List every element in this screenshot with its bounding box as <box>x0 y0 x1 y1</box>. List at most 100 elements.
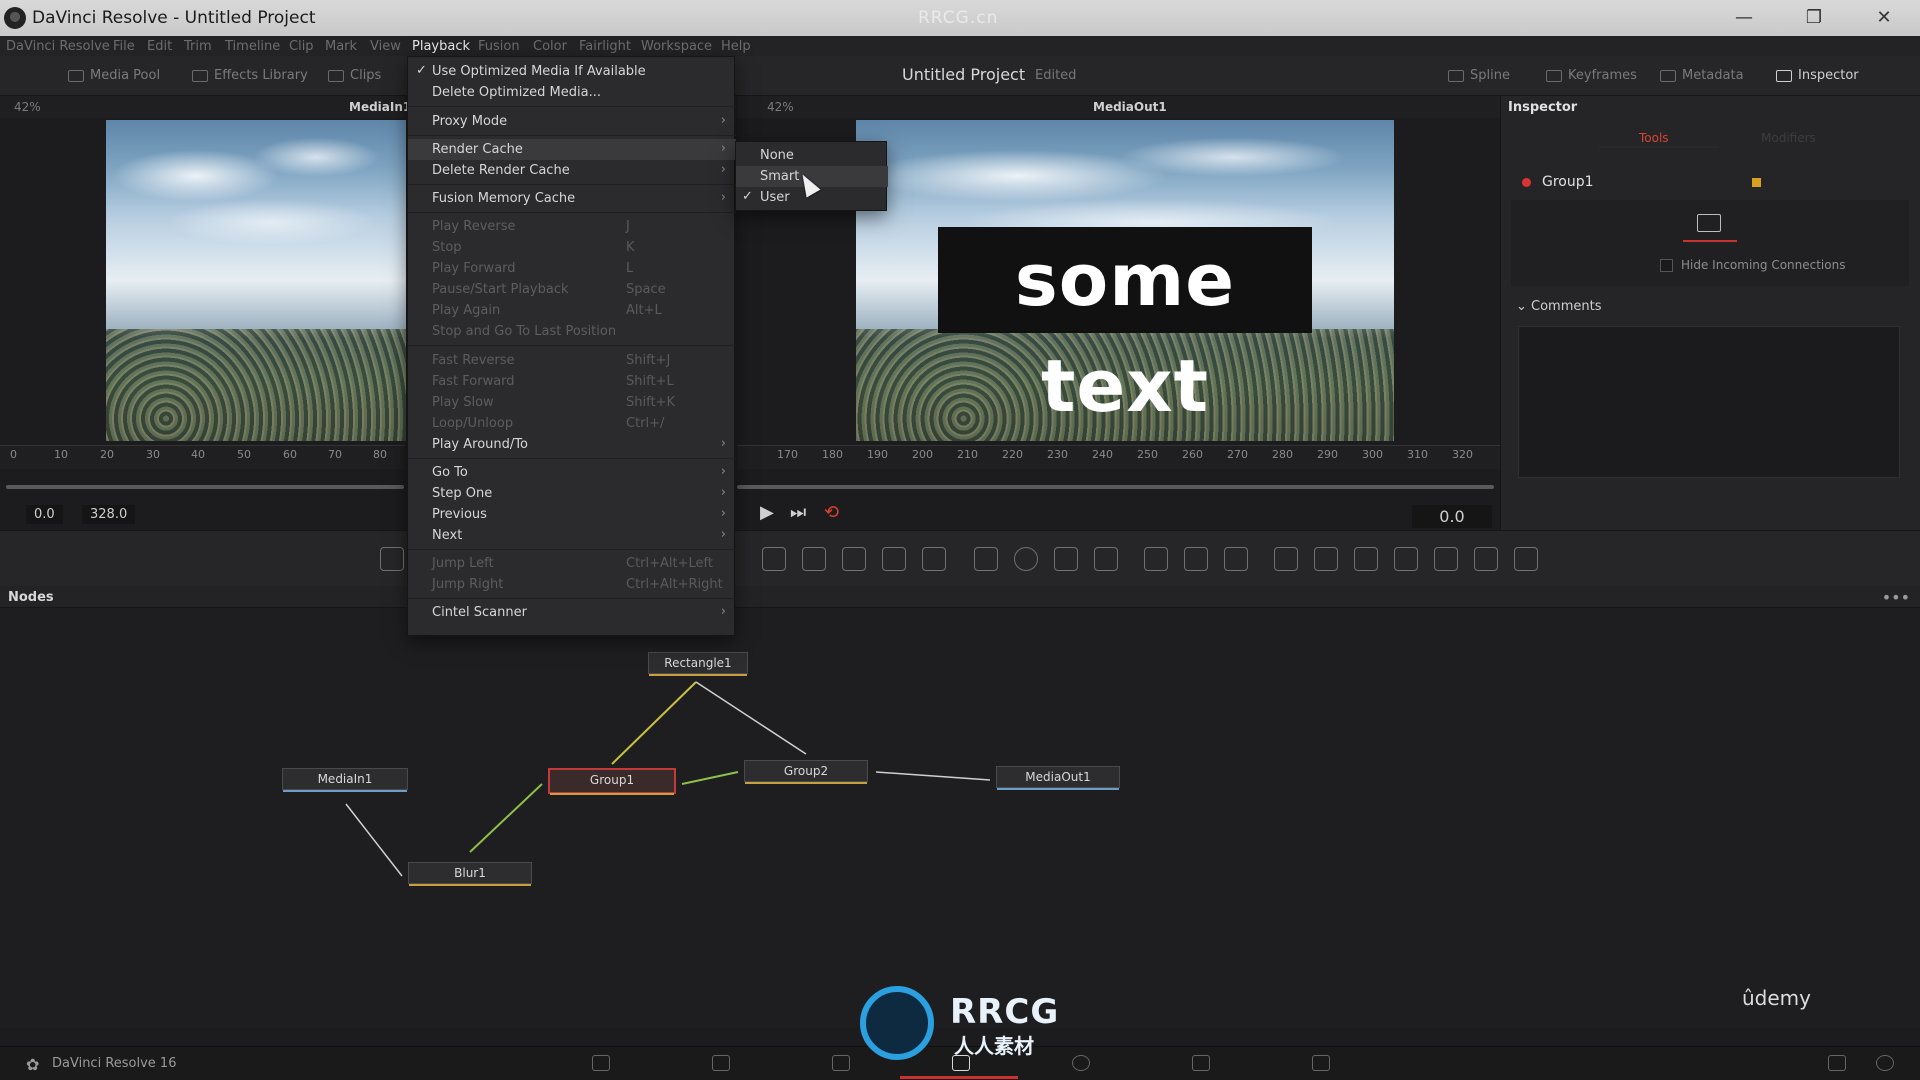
menu-item-step-one[interactable]: Step One › <box>408 483 736 504</box>
ruler-tick: 170 <box>777 448 798 461</box>
minimize-button[interactable]: — <box>1724 4 1764 32</box>
node-editor[interactable]: Rectangle1 MediaIn1 Group1 Group2 MediaO… <box>0 608 1920 1028</box>
left-scrub-bar[interactable] <box>6 485 404 489</box>
page-fairlight-icon[interactable] <box>1192 1055 1210 1071</box>
page-cut-icon[interactable] <box>712 1055 730 1071</box>
active-page-indicator <box>900 1076 1018 1079</box>
background-tool-icon[interactable] <box>762 547 786 571</box>
effects-library-button[interactable]: Effects Library <box>192 68 308 83</box>
group-settings-icon[interactable] <box>1697 214 1721 232</box>
menu-trim[interactable]: Trim <box>184 39 212 54</box>
particle-render-icon[interactable] <box>1184 547 1208 571</box>
close-button[interactable]: ✕ <box>1864 4 1904 32</box>
start-time-field[interactable]: 0.0 <box>26 505 63 524</box>
maximize-button[interactable]: ❐ <box>1794 4 1834 32</box>
media-pool-button[interactable]: Media Pool <box>68 68 160 83</box>
ellipse-mask-icon[interactable] <box>1014 547 1038 571</box>
page-media-icon[interactable] <box>592 1055 610 1071</box>
skip-end-button[interactable]: ⏭ <box>790 502 806 523</box>
play-button[interactable]: ▶ <box>760 502 774 523</box>
hide-incoming-toggle[interactable]: Hide Incoming Connections <box>1660 258 1845 272</box>
right-viewer-zoom[interactable]: 42% <box>767 100 794 114</box>
menu-item-cintel-scanner[interactable]: Cintel Scanner › <box>408 602 736 623</box>
left-viewer-zoom[interactable]: 42% <box>14 100 41 114</box>
menu-item-use-optimized[interactable]: ✓ Use Optimized Media If Available <box>408 61 736 82</box>
menu-davinci-resolve[interactable]: DaVinci Resolve <box>6 39 110 54</box>
comments-textbox[interactable] <box>1518 326 1900 478</box>
keyframes-button[interactable]: Keyframes <box>1546 68 1637 83</box>
menu-item-delete-render-cache[interactable]: Delete Render Cache › <box>408 160 736 181</box>
hide-incoming-checkbox[interactable] <box>1660 258 1673 272</box>
bspline-mask-icon[interactable] <box>1094 547 1118 571</box>
node-mediain1[interactable]: MediaIn1 <box>282 768 408 792</box>
tab-modifiers[interactable]: Modifiers <box>1731 130 1851 148</box>
menu-view[interactable]: View <box>370 39 401 54</box>
menu-fairlight[interactable]: Fairlight <box>579 39 631 54</box>
menu-color[interactable]: Color <box>533 39 567 54</box>
menu-timeline[interactable]: Timeline <box>225 39 280 54</box>
menu-clip[interactable]: Clip <box>289 39 314 54</box>
renderer-3d-icon[interactable] <box>1474 547 1498 571</box>
submenu-item-none[interactable]: None <box>736 145 888 166</box>
blur-tool-icon[interactable] <box>1274 547 1298 571</box>
3d-tool-icon[interactable] <box>1434 547 1458 571</box>
inspector-button[interactable]: Inspector <box>1776 68 1859 83</box>
end-time-field[interactable]: 328.0 <box>82 505 136 524</box>
menu-item-proxy-mode[interactable]: Proxy Mode › <box>408 111 736 132</box>
color-corrector-icon[interactable] <box>1314 547 1338 571</box>
clips-button[interactable]: Clips <box>328 68 381 83</box>
menu-item-next[interactable]: Next › <box>408 525 736 546</box>
node-rectangle1[interactable]: Rectangle1 <box>648 652 748 676</box>
tab-tools[interactable]: Tools <box>1599 130 1719 148</box>
left-time-ruler[interactable]: 0 10 20 30 40 50 60 70 80 <box>0 445 405 469</box>
metadata-button[interactable]: Metadata <box>1660 68 1744 83</box>
particle-emitter-icon[interactable] <box>1144 547 1168 571</box>
transform-tool-icon[interactable] <box>882 547 906 571</box>
node-group2[interactable]: Group2 <box>744 760 868 784</box>
settings-gear-icon[interactable] <box>1876 1055 1894 1071</box>
particle-style-icon[interactable] <box>1224 547 1248 571</box>
current-time-field[interactable]: 0.0 <box>1412 505 1492 528</box>
menu-edit[interactable]: Edit <box>147 39 172 54</box>
spline-button[interactable]: Spline <box>1448 68 1510 83</box>
menu-item-previous[interactable]: Previous › <box>408 504 736 525</box>
comments-section[interactable]: ⌄ Comments <box>1516 299 1602 314</box>
tool-icon[interactable] <box>380 547 404 571</box>
camera-3d-icon[interactable] <box>1514 547 1538 571</box>
loop-button[interactable]: ⟲ <box>824 502 839 523</box>
menu-item-delete-optimized[interactable]: Delete Optimized Media... <box>408 82 736 103</box>
paint-tool-icon[interactable] <box>842 547 866 571</box>
menu-fusion[interactable]: Fusion <box>478 39 520 54</box>
media-pool-label: Media Pool <box>90 68 161 83</box>
right-scrub-bar[interactable] <box>737 485 1494 489</box>
menu-mark[interactable]: Mark <box>325 39 357 54</box>
menu-file[interactable]: File <box>113 39 135 54</box>
node-color-swatch[interactable] <box>1752 178 1761 187</box>
node-mediaout1[interactable]: MediaOut1 <box>996 766 1120 790</box>
menu-item-go-to[interactable]: Go To › <box>408 462 736 483</box>
nodes-options-icon[interactable]: ••• <box>1882 588 1910 607</box>
inspector-node-row[interactable]: Group1 <box>1512 170 1908 196</box>
menu-item-play-around[interactable]: Play Around/To › <box>408 434 736 455</box>
menu-workspace[interactable]: Workspace <box>641 39 712 54</box>
shape-tool-icon[interactable] <box>1394 547 1418 571</box>
right-time-ruler[interactable]: 170 180 190 200 210 220 230 240 250 260 … <box>737 445 1500 469</box>
davinci-logo-icon <box>4 7 26 29</box>
menu-playback[interactable]: Playback <box>412 39 470 54</box>
page-edit-icon[interactable] <box>832 1055 850 1071</box>
page-deliver-icon[interactable] <box>1312 1055 1330 1071</box>
node-blur1[interactable]: Blur1 <box>408 862 532 886</box>
merge-tool-icon[interactable] <box>802 547 826 571</box>
page-color-icon[interactable] <box>1072 1055 1090 1071</box>
home-icon[interactable] <box>1828 1055 1846 1071</box>
menu-item-render-cache[interactable]: Render Cache › <box>408 139 736 160</box>
rectangle-mask-icon[interactable] <box>974 547 998 571</box>
text-tool-icon[interactable] <box>1354 547 1378 571</box>
menu-help[interactable]: Help <box>721 39 751 54</box>
menu-item-fusion-memory-cache[interactable]: Fusion Memory Cache › <box>408 188 736 209</box>
menu-item-shortcut: J <box>626 219 630 234</box>
polygon-mask-icon[interactable] <box>1054 547 1078 571</box>
resize-tool-icon[interactable] <box>922 547 946 571</box>
left-viewer[interactable] <box>106 120 406 441</box>
node-group1[interactable]: Group1 <box>548 768 676 795</box>
